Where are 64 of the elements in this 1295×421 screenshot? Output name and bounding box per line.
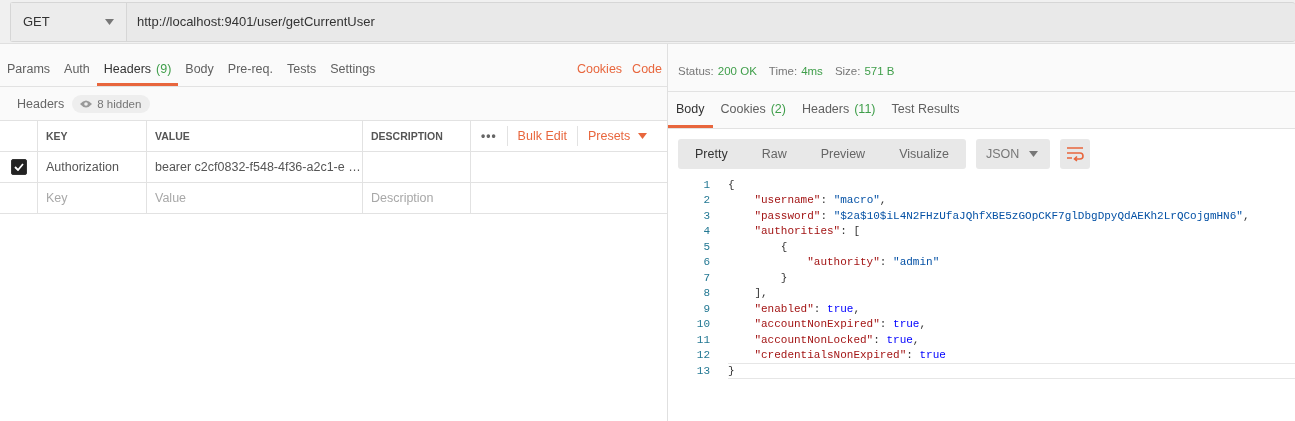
line-number: 6: [702, 256, 711, 269]
request-tab[interactable]: Settings: [323, 55, 383, 86]
link[interactable]: Code: [627, 55, 667, 86]
status-text: Status: 200 OK: [678, 65, 757, 77]
code-line: }: [779, 271, 788, 284]
request-tab[interactable]: Params: [0, 55, 58, 86]
code-line: ],: [753, 287, 768, 300]
checkmark-icon: [14, 163, 24, 171]
line-number: 8: [702, 287, 711, 300]
line-number: 4: [702, 225, 711, 238]
response-tab[interactable]: Headers (11): [793, 92, 884, 128]
request-tab[interactable]: Pre-req.: [220, 55, 280, 86]
line-number: 2: [702, 194, 711, 207]
caret-icon: [1028, 151, 1038, 157]
code-line: "credentialsNonExpired": true: [753, 349, 946, 362]
request-tab[interactable]: Tests: [280, 55, 324, 86]
response-tab[interactable]: Body: [668, 92, 713, 128]
line-number: 11: [695, 333, 711, 346]
column-header: KEY: [38, 121, 147, 152]
view-mode-tab[interactable]: Raw: [744, 139, 804, 169]
size-text: Size: 571 B: [834, 65, 895, 77]
line-number: 12: [695, 349, 711, 362]
section-title: Headers: [17, 96, 65, 111]
code-line: "password": "$2a$10$iL4N2FHzUfaJQhfXBE5zGOpCKF7glDbgDpyQdAEKh2LrQCojgmHN6",: [753, 209, 1250, 222]
request-tab[interactable]: Auth: [57, 55, 97, 86]
response-tab[interactable]: Test Results: [883, 92, 968, 128]
table-cell[interactable]: Authorization: [38, 152, 147, 183]
code-line: "authority": "admin": [806, 256, 940, 269]
eye-icon: [80, 99, 93, 108]
request-tab[interactable]: Body: [178, 55, 221, 86]
wrap-lines-button[interactable]: [1059, 139, 1090, 169]
view-mode-tab[interactable]: Pretty: [678, 139, 745, 169]
hidden-toggle[interactable]: 8 hidden: [72, 94, 151, 113]
line-number: 1: [702, 178, 711, 191]
line-number: 5: [702, 240, 711, 253]
time-text: Time: 4ms: [768, 65, 823, 77]
wrap-lines-icon: [1065, 146, 1084, 162]
code-line: {: [728, 178, 735, 191]
code-line: "accountNonLocked": true,: [753, 333, 920, 346]
column-header: DESCRIPTION: [363, 121, 471, 152]
table-cell[interactable]: bearer c2cf0832-f548-4f36-a2c1-e …: [147, 152, 363, 183]
code-line: "authorities": [: [753, 225, 861, 238]
response-tab[interactable]: Cookies (2): [712, 92, 794, 128]
presets-dropdown[interactable]: Presets: [577, 126, 658, 146]
checkbox[interactable]: [11, 159, 27, 175]
line-number: 3: [702, 209, 711, 222]
format-dropdown[interactable]: JSON: [975, 139, 1050, 169]
caret-icon: [638, 133, 648, 139]
view-mode-tab[interactable]: Visualize: [882, 139, 966, 169]
bulk-edit-link[interactable]: Bulk Edit: [507, 126, 578, 146]
more-button[interactable]: •••: [471, 126, 508, 146]
code-line: {: [779, 240, 788, 253]
code-line: "accountNonExpired": true,: [753, 318, 927, 331]
link[interactable]: Cookies: [571, 55, 628, 86]
line-number: 10: [695, 318, 711, 331]
line-number: 7: [702, 271, 711, 284]
line-number: 9: [702, 302, 711, 315]
code-line: "enabled": true,: [753, 302, 861, 315]
code-line: "username": "macro",: [753, 194, 887, 207]
code-line: }: [728, 364, 735, 377]
line-number: 13: [695, 364, 711, 377]
column-header: VALUE: [147, 121, 363, 152]
view-mode-tab[interactable]: Preview: [803, 139, 883, 169]
table-cell[interactable]: [363, 152, 471, 183]
